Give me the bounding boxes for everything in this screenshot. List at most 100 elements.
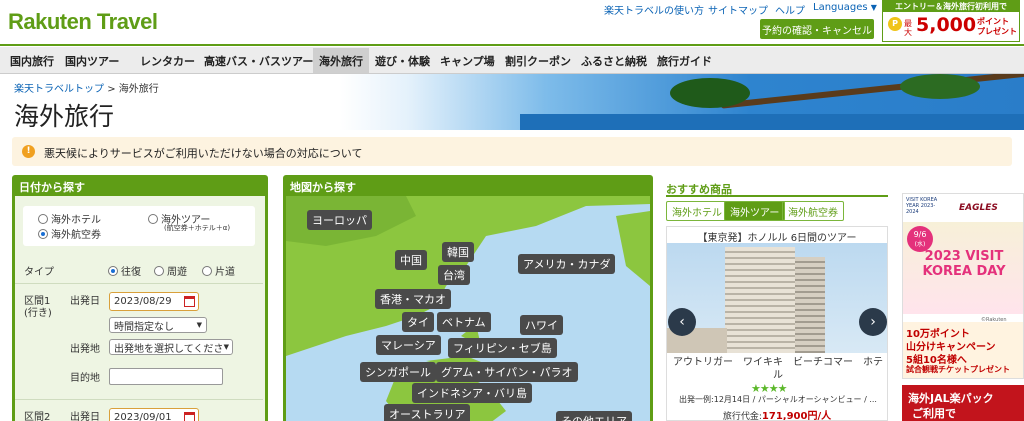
map-label-china[interactable]: 中国 [395, 250, 427, 270]
ad-date-sub: (水) [914, 241, 926, 248]
nav-domestic-tour[interactable]: 国内ツアー [59, 48, 125, 73]
segment-divider [15, 399, 263, 400]
radio-overseas-hotel[interactable]: 海外ホテル [38, 211, 101, 226]
carousel-next-button[interactable]: › [859, 308, 887, 336]
header-divider [0, 44, 1024, 46]
ad-body-4: 試合観戦チケットプレゼント [906, 365, 1010, 374]
nav-overseas-travel[interactable]: 海外旅行 [313, 48, 369, 73]
map-label-korea[interactable]: 韓国 [442, 242, 474, 262]
nav-rental-car[interactable]: レンタカー [134, 48, 201, 73]
radio-label: 周遊 [167, 267, 187, 278]
date-search-title: 日付から探す [19, 181, 85, 194]
map-search-title: 地図から探す [290, 181, 356, 194]
tab-overseas-hotel[interactable]: 海外ホテル [666, 201, 728, 221]
calendar-icon [184, 412, 195, 421]
radio-button [38, 229, 48, 239]
promo-banner-header: エントリー＆海外旅行初利用で [883, 1, 1019, 12]
map-label-hongkong-macau[interactable]: 香港・マカオ [375, 289, 451, 309]
map-label-philippines-cebu[interactable]: フィリピン・セブ島 [448, 338, 557, 358]
segment1-sublabel: (行き) [24, 308, 52, 319]
nav-domestic-travel[interactable]: 国内旅行 [4, 48, 60, 73]
time-select-value: 時間指定なし [114, 321, 174, 333]
time-select[interactable]: 時間指定なし ▼ [109, 317, 207, 333]
tour-detail: 出発一例:12月14日 / パーシャルオーシャンビュー / ... [679, 395, 877, 404]
ad-date-day: 9/6 [913, 230, 927, 239]
tour-note: (航空券＋ホテル＋α) [164, 224, 231, 232]
top-link-guide[interactable]: 楽天トラベルの使い方 [604, 2, 704, 17]
map-label-taiwan[interactable]: 台湾 [438, 265, 470, 285]
ad-team-logo: EAGLES [959, 203, 998, 213]
languages-label: Languages [813, 2, 868, 13]
depart-date-value: 2023/08/29 [114, 296, 172, 307]
destination-input[interactable] [109, 368, 223, 385]
logo[interactable]: Rakuten Travel [8, 9, 158, 35]
ad-jal-line1: 海外JAL楽パック [908, 392, 994, 405]
radio-overseas-air[interactable]: 海外航空券 [38, 226, 101, 241]
promo-max: 最大 [904, 19, 912, 37]
depart-date-input-2[interactable]: 2023/09/01 [109, 408, 199, 421]
depart-date-label-2: 出発日 [70, 412, 100, 421]
top-link-sitemap[interactable]: サイトマップ [708, 2, 768, 17]
nav-bus[interactable]: 高速バス・バスツアー [198, 48, 319, 73]
map-label-hawaii[interactable]: ハワイ [520, 315, 563, 335]
map-label-vietnam[interactable]: ベトナム [437, 312, 491, 332]
radio-round-trip[interactable]: 往復 [108, 263, 141, 278]
calendar-icon [184, 296, 195, 307]
chevron-down-icon: ▼ [870, 3, 877, 12]
page-title: 海外旅行 [14, 102, 115, 131]
promo-unit-2: プレゼント [977, 27, 1017, 36]
radio-button [38, 214, 48, 224]
chevron-down-icon: ▼ [196, 321, 202, 329]
languages-dropdown[interactable]: Languages ▼ [813, 2, 877, 13]
map-label-malaysia[interactable]: マレーシア [376, 335, 441, 355]
ad-top-logo: VISIT KOREA YEAR 2023-2024 [906, 197, 938, 215]
info-icon: ! [22, 145, 35, 158]
breadcrumb-separator: > [107, 84, 116, 95]
top-link-help[interactable]: ヘルプ [775, 2, 805, 17]
radio-button [202, 266, 212, 276]
map-label-indonesia-bali[interactable]: インドネシア・バリ島 [412, 383, 532, 403]
card-title: 【東京発】ホノルル 6日間のツアー [697, 233, 857, 244]
radio-label: 片道 [215, 267, 235, 278]
radio-one-way[interactable]: 片道 [202, 263, 235, 278]
nav-camping[interactable]: キャンプ場 [434, 48, 501, 73]
map-label-singapore[interactable]: シンガポール [360, 362, 436, 382]
promo-amount: 5,000 [916, 14, 977, 36]
reservation-check-button[interactable]: 予約の確認・キャンセル [760, 19, 874, 39]
map-label-other-area[interactable]: その他エリア [556, 411, 632, 421]
breadcrumb-home[interactable]: 楽天トラベルトップ [14, 84, 104, 95]
map-label-thailand[interactable]: タイ [402, 312, 434, 332]
breadcrumb-current: 海外旅行 [118, 84, 159, 95]
radio-label: 海外航空券 [51, 230, 101, 241]
ad-jal-line2: ご利用で [912, 407, 956, 420]
weather-notice[interactable]: ! 悪天候によりサービスがご利用いただけない場合の対応について [12, 137, 1012, 166]
tab-overseas-tour[interactable]: 海外ツアー [724, 201, 786, 221]
recommend-card[interactable]: 【東京発】ホノルル 6日間のツアー ‹ › アウトリガー ワイキキ ビーチコマー… [666, 226, 888, 421]
nav-activities[interactable]: 遊び・体験 [369, 48, 436, 73]
hotel-photo [667, 243, 887, 353]
nav-furusato[interactable]: ふるさと納税 [575, 48, 653, 73]
ad-banner-visit-korea[interactable]: VISIT KOREA YEAR 2023-2024 EAGLES 9/6 (水)… [902, 193, 1024, 379]
nav-travel-guide[interactable]: 旅行ガイド [651, 48, 718, 73]
segment-divider [15, 283, 263, 284]
nav-coupon[interactable]: 割引クーポン [499, 48, 577, 73]
radio-label: 海外ホテル [51, 215, 101, 226]
recommend-title-underline [666, 195, 888, 197]
tab-overseas-air[interactable]: 海外航空券 [782, 201, 844, 221]
origin-label: 出発地 [70, 344, 100, 355]
radio-button [148, 214, 158, 224]
depart-date-input[interactable]: 2023/08/29 [109, 292, 199, 311]
promo-banner[interactable]: エントリー＆海外旅行初利用で P 最大 5,000 ポイント プレゼント [882, 0, 1020, 42]
hotel-name[interactable]: アウトリガー ワイキキ ビーチコマー ホテル [671, 356, 885, 382]
map-label-australia[interactable]: オーストラリア [384, 404, 471, 421]
map-label-guam-saipan-palau[interactable]: グアム・サイパン・パラオ [436, 362, 578, 382]
map-label-europe[interactable]: ヨーロッパ [307, 210, 372, 230]
chevron-down-icon: ▼ [223, 343, 229, 351]
origin-select[interactable]: 出発地を選択してくださ ▼ [109, 339, 233, 355]
price-label: 旅行代金: [722, 412, 762, 421]
map-label-usa-canada[interactable]: アメリカ・カナダ [518, 254, 616, 274]
ad-headline: 2023 VISIT KOREA DAY [922, 249, 1006, 279]
ad-banner-jal[interactable]: 海外JAL楽パック ご利用で [902, 385, 1024, 421]
carousel-prev-button[interactable]: ‹ [668, 308, 696, 336]
radio-circle-trip[interactable]: 周遊 [154, 263, 187, 278]
